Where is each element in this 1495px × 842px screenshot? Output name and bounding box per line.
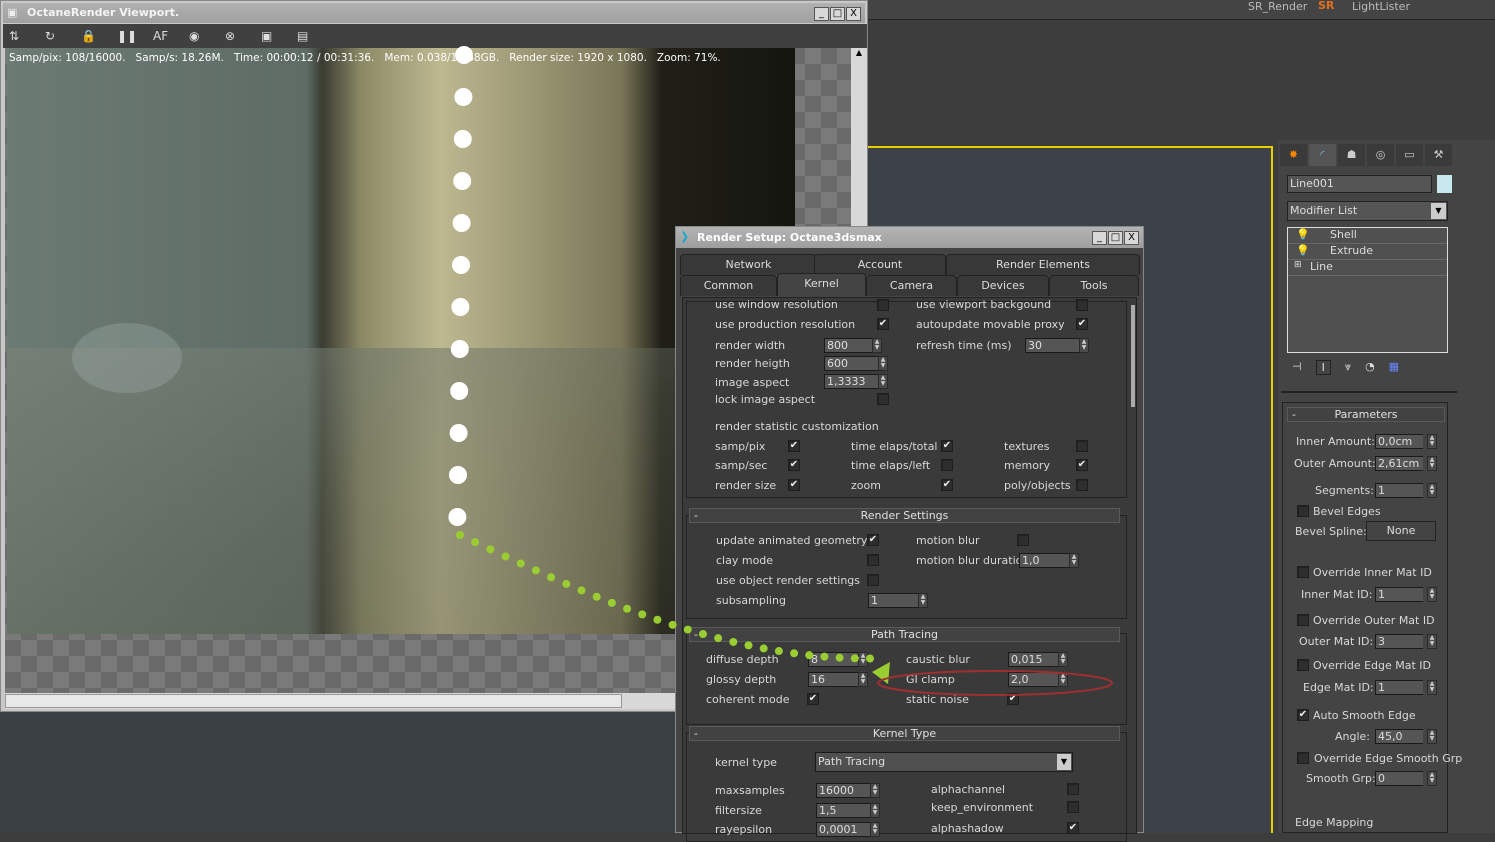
annotation-dot-green [729,637,738,646]
annotation-dot-green [592,592,601,601]
annotation-dot-green [501,552,510,561]
annotation-dot-green [531,566,540,575]
annotation-dot-green [638,610,647,619]
annotation-dot-white [449,466,467,484]
annotation-dot-green [759,644,768,653]
annotation-dot-white [452,256,470,274]
annotation-dot-green [471,538,480,547]
annotation-dot-green [835,653,844,662]
annotation-dot-green [683,625,692,634]
annotation-dot-white [450,340,469,358]
annotation-dot-white [452,214,471,232]
annotation-dot-white [455,46,473,64]
annotation-dot-green [805,651,814,660]
annotation-dot-green [562,579,571,588]
annotation-dot-green [744,641,753,650]
annotation-dot-green [486,545,495,554]
annotation-dot-green [607,598,616,607]
annotation-dot-green [866,654,874,663]
annotation-dot-green [653,615,662,624]
annotation-dot-white [451,298,470,316]
annotation-dot-white [449,424,468,442]
annotation-dot-green [577,586,586,595]
annotation-dot-green [774,647,783,656]
annotation-dot-white [450,382,469,400]
annotation-dot-white [454,88,473,106]
annotation-dot-green [456,531,464,539]
annotation-dot-white [453,172,472,190]
annotation-dot-green [790,649,799,658]
annotation-dot-green [698,630,707,639]
annotation-dot-green [516,559,525,568]
annotation-dot-green [820,652,829,661]
annotation-dot-green [850,654,859,663]
annotation-dot-green [668,620,677,629]
annotation-overlay [448,46,1113,696]
annotation-dot-green [623,604,632,613]
annotation-dot-green [714,634,723,643]
annotation-dot-white [453,130,472,148]
annotation-dot-white [448,508,467,526]
annotation-dot-green [547,573,556,582]
annotation-circle [877,670,1113,696]
